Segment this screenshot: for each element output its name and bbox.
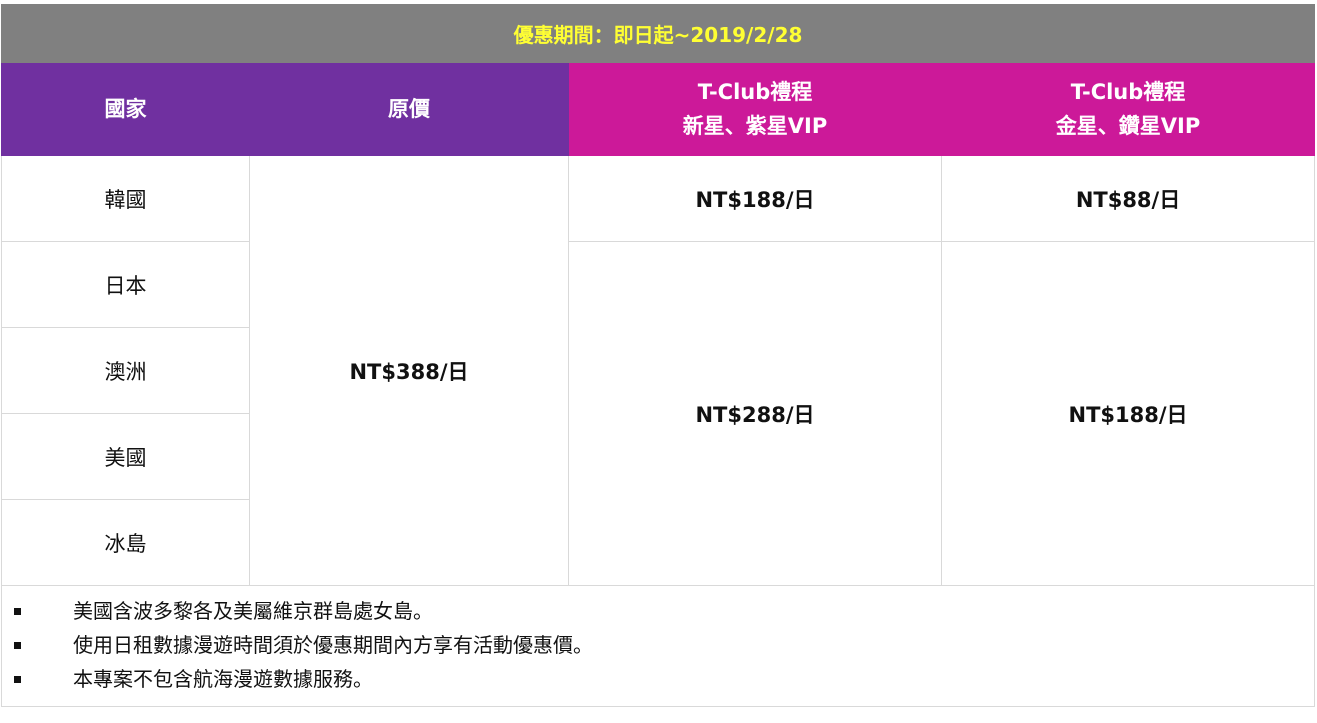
korea-tier2-price: NT$88/日	[940, 155, 1316, 242]
original-price-cell: NT$388/日	[249, 155, 569, 586]
promo-period-banner: 優惠期間：即日起~2019/2/28	[0, 4, 1316, 63]
country-cell: 冰島	[1, 499, 250, 586]
note-text: 使用日租數據漫遊時間須於優惠期間內方享有活動優惠價。	[73, 633, 593, 657]
header-row: 國家 原價 T-Club禮程 新星、紫星VIP T-Club禮程 金星、鑽星VI…	[1, 62, 1316, 156]
header-country: 國家	[1, 62, 250, 156]
korea-tier1-price: NT$188/日	[568, 155, 942, 242]
header-country-label: 國家	[104, 97, 147, 121]
country-cell: 日本	[1, 241, 250, 328]
page: 優惠期間：即日起~2019/2/28 國家 原價 T-Club禮程 新星、紫星V…	[0, 0, 1317, 723]
country-cell: 澳洲	[1, 327, 250, 414]
country-cell: 韓國	[1, 155, 250, 242]
header-original-price: 原價	[249, 62, 569, 156]
others-tier2-price: NT$188/日	[940, 241, 1316, 586]
list-item: 美國含波多黎各及美屬維京群島處女島。	[2, 594, 1314, 628]
header-tier1: T-Club禮程 新星、紫星VIP	[568, 62, 942, 156]
notes-cell: 美國含波多黎各及美屬維京群島處女島。 使用日租數據漫遊時間須於優惠期間內方享有活…	[0, 585, 1316, 707]
header-tier1-line2: 新星、紫星VIP	[682, 114, 828, 138]
header-tier2-line1: T-Club禮程	[1070, 80, 1186, 104]
note-text: 本專案不包含航海漫遊數據服務。	[73, 667, 373, 691]
roaming-rate-table: 優惠期間：即日起~2019/2/28 國家 原價 T-Club禮程 新星、紫星V…	[0, 4, 1316, 707]
list-item: 使用日租數據漫遊時間須於優惠期間內方享有活動優惠價。	[2, 628, 1314, 662]
header-tier1-line1: T-Club禮程	[697, 80, 813, 104]
notes-row: 美國含波多黎各及美屬維京群島處女島。 使用日租數據漫遊時間須於優惠期間內方享有活…	[0, 585, 1316, 707]
others-tier1-price: NT$288/日	[568, 241, 942, 586]
banner-row: 優惠期間：即日起~2019/2/28	[0, 4, 1316, 63]
list-item: 本專案不包含航海漫遊數據服務。	[2, 662, 1314, 696]
header-tier2-line2: 金星、鑽星VIP	[1055, 114, 1201, 138]
country-cell: 美國	[1, 413, 250, 500]
notes-list: 美國含波多黎各及美屬維京群島處女島。 使用日租數據漫遊時間須於優惠期間內方享有活…	[2, 594, 1314, 696]
square-bullet-icon	[14, 676, 21, 683]
header-tier2: T-Club禮程 金星、鑽星VIP	[940, 62, 1316, 156]
header-original-price-label: 原價	[388, 97, 430, 121]
table-row: 韓國 NT$388/日 NT$188/日 NT$88/日	[1, 155, 1316, 586]
note-text: 美國含波多黎各及美屬維京群島處女島。	[73, 599, 433, 623]
square-bullet-icon	[14, 608, 21, 615]
table-row: 日本 NT$288/日 NT$188/日	[1, 241, 1316, 586]
square-bullet-icon	[14, 642, 21, 649]
